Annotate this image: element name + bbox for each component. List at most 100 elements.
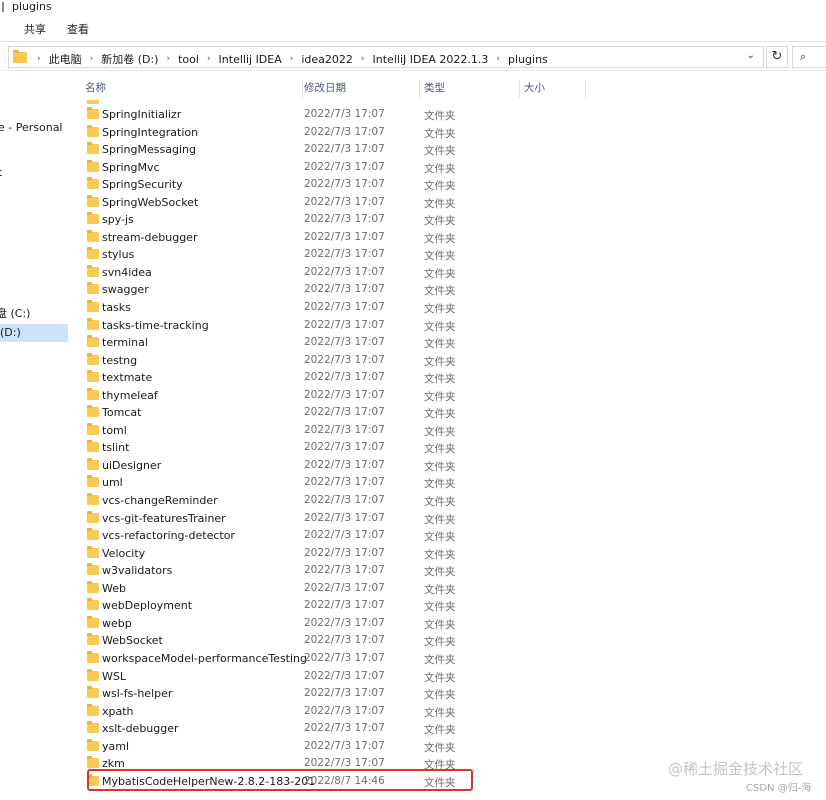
file-date: 2022/7/3 17:07: [304, 265, 385, 278]
table-row[interactable]: vcs-changeReminder 2022/7/3 17:07 文件夹: [68, 492, 568, 510]
file-date: 2022/7/3 17:07: [304, 529, 385, 542]
address-bar[interactable]: › 此电脑 › 新加卷 (D:) › tool › Intellij IDEA …: [8, 46, 764, 68]
chevron-right-icon[interactable]: ›: [160, 54, 176, 64]
table-row[interactable]: SpringMessaging 2022/7/3 17:07 文件夹: [68, 141, 568, 159]
breadcrumb-intellij-idea[interactable]: Intellij IDEA: [217, 53, 284, 66]
file-type: 文件夹: [424, 232, 456, 245]
column-header-name[interactable]: 名称: [85, 80, 303, 98]
folder-icon: [87, 370, 99, 383]
breadcrumb-tool[interactable]: tool: [176, 53, 201, 66]
file-name: MybatisCodeHelperNew-2.8.2-183-201: [102, 774, 316, 788]
file-type: 文件夹: [424, 548, 456, 561]
folder-icon: [87, 563, 99, 576]
file-name: SpringIntegration: [102, 125, 199, 139]
file-date: 2022/7/3 17:07: [304, 283, 385, 296]
table-row[interactable]: stylus 2022/7/3 17:07 文件夹: [68, 246, 568, 264]
file-name: testng: [102, 353, 138, 367]
chevron-right-icon[interactable]: ›: [490, 54, 506, 64]
table-row[interactable]: WebSocket 2022/7/3 17:07 文件夹: [68, 632, 568, 650]
table-row[interactable]: SpringSecurity 2022/7/3 17:07 文件夹: [68, 176, 568, 194]
table-row[interactable]: svn4idea 2022/7/3 17:07 文件夹: [68, 264, 568, 282]
file-date: 2022/7/3 17:07: [304, 704, 385, 717]
tab-view[interactable]: 查看: [67, 21, 89, 37]
table-row[interactable]: Tomcat 2022/7/3 17:07 文件夹: [68, 404, 568, 422]
file-name: w3validators: [102, 564, 173, 578]
table-row[interactable]: vcs-git-featuresTrainer 2022/7/3 17:07 文件夹: [68, 510, 568, 528]
nav-item-drive-c[interactable]: 盘 (C:): [0, 305, 64, 323]
table-row[interactable]: tasks 2022/7/3 17:07 文件夹: [68, 299, 568, 317]
table-row[interactable]: Web 2022/7/3 17:07 文件夹: [68, 580, 568, 598]
file-type: 文件夹: [424, 215, 456, 228]
file-type: 文件夹: [424, 355, 456, 368]
chevron-right-icon[interactable]: ›: [284, 54, 300, 64]
table-row[interactable]: w3validators 2022/7/3 17:07 文件夹: [68, 562, 568, 580]
breadcrumb-idea2022[interactable]: idea2022: [299, 53, 355, 66]
breadcrumb-plugins[interactable]: plugins: [506, 53, 550, 66]
file-date: 2022/7/3 17:07: [304, 353, 385, 366]
table-row[interactable]: tasks-time-tracking 2022/7/3 17:07 文件夹: [68, 317, 568, 335]
nav-item-drive-d[interactable]: (D:): [0, 324, 68, 342]
file-name: SpringMessaging: [102, 143, 196, 157]
column-header-date[interactable]: 修改日期: [304, 80, 420, 98]
file-date: 2022/7/3 17:07: [304, 494, 385, 507]
table-row[interactable]: terminal 2022/7/3 17:07 文件夹: [68, 334, 568, 352]
refresh-button[interactable]: ↻: [766, 46, 788, 68]
table-row[interactable]: toml 2022/7/3 17:07 文件夹: [68, 422, 568, 440]
table-row[interactable]: vcs-refactoring-detector 2022/7/3 17:07 文件…: [68, 527, 568, 545]
breadcrumb-drive-d[interactable]: 新加卷 (D:): [99, 51, 160, 67]
file-name: spy-js: [102, 213, 134, 227]
file-type: 文件夹: [424, 618, 456, 631]
table-row[interactable]: SpringIntegration 2022/7/3 17:07 文件夹: [68, 124, 568, 142]
table-row[interactable]: webDeployment 2022/7/3 17:07 文件夹: [68, 597, 568, 615]
file-name: tasks-time-tracking: [102, 318, 209, 332]
column-header-type[interactable]: 类型: [424, 80, 520, 98]
table-row[interactable]: tslint 2022/7/3 17:07 文件夹: [68, 439, 568, 457]
chevron-right-icon[interactable]: ›: [201, 54, 217, 64]
file-name: tasks: [102, 301, 131, 315]
folder-icon: [87, 229, 99, 242]
ribbon: 共享 查看: [0, 14, 826, 42]
table-row[interactable]: testng 2022/7/3 17:07 文件夹: [68, 352, 568, 370]
table-row[interactable]: SpringMvc 2022/7/3 17:07 文件夹: [68, 159, 568, 177]
table-row[interactable]: WSL 2022/7/3 17:07 文件夹: [68, 668, 568, 686]
table-row[interactable]: swagger 2022/7/3 17:07 文件夹: [68, 281, 568, 299]
chevron-right-icon[interactable]: ›: [84, 54, 100, 64]
table-row[interactable]: SpringWebSocket 2022/7/3 17:07 文件夹: [68, 194, 568, 212]
address-bar-row: › 此电脑 › 新加卷 (D:) › tool › Intellij IDEA …: [0, 43, 826, 71]
table-row[interactable]: uiDesigner 2022/7/3 17:07 文件夹: [68, 457, 568, 475]
table-row[interactable]: Velocity 2022/7/3 17:07 文件夹: [68, 545, 568, 563]
file-type: 文件夹: [424, 583, 456, 596]
chevron-down-icon[interactable]: ⌄: [747, 50, 755, 61]
file-name: svn4idea: [102, 265, 152, 279]
file-date: 2022/7/3 17:07: [304, 318, 385, 331]
search-input[interactable]: ⌕: [792, 46, 826, 68]
table-row[interactable]: uml 2022/7/3 17:07 文件夹: [68, 474, 568, 492]
file-date: 2022/7/3 17:07: [304, 441, 385, 454]
table-row[interactable]: thymeleaf 2022/7/3 17:07 文件夹: [68, 387, 568, 405]
file-name: yaml: [102, 739, 130, 753]
table-row[interactable]: stream-debugger 2022/7/3 17:07 文件夹: [68, 229, 568, 247]
table-row[interactable]: SpringInitializr 2022/7/3 17:07 文件夹: [68, 106, 568, 124]
breadcrumb-idea-version[interactable]: IntelliJ IDEA 2022.1.3: [371, 53, 491, 66]
table-row[interactable]: zkm 2022/7/3 17:07 文件夹: [68, 755, 568, 773]
table-row[interactable]: webp 2022/7/3 17:07 文件夹: [68, 615, 568, 633]
table-row[interactable]: yaml 2022/7/3 17:07 文件夹: [68, 738, 568, 756]
table-row[interactable]: spy-js 2022/7/3 17:07 文件夹: [68, 211, 568, 229]
breadcrumb: › 此电脑 › 新加卷 (D:) › tool › Intellij IDEA …: [31, 51, 550, 67]
chevron-right-icon[interactable]: ›: [31, 54, 47, 64]
tab-share[interactable]: 共享: [24, 21, 46, 37]
folder-icon: [87, 107, 99, 119]
column-header-size[interactable]: 大小: [524, 80, 586, 98]
navigation-pane: e - Personal t 盘 (C:) (D:): [0, 72, 68, 800]
table-row[interactable]: workspaceModel-performanceTesting 2022/7/…: [68, 650, 568, 668]
table-row[interactable]: xpath 2022/7/3 17:07 文件夹: [68, 703, 568, 721]
file-type: 文件夹: [424, 197, 456, 210]
table-row[interactable]: textmate 2022/7/3 17:07 文件夹: [68, 369, 568, 387]
table-row[interactable]: wsl-fs-helper 2022/7/3 17:07 文件夹: [68, 685, 568, 703]
table-row[interactable]: xslt-debugger 2022/7/3 17:07 文件夹: [68, 720, 568, 738]
chevron-right-icon[interactable]: ›: [355, 54, 371, 64]
table-row[interactable]: MybatisCodeHelperNew-2.8.2-183-201 2022/8…: [68, 773, 568, 791]
nav-item-partial[interactable]: t: [0, 164, 66, 182]
nav-item-onedrive-personal[interactable]: e - Personal: [0, 119, 66, 137]
breadcrumb-this-pc[interactable]: 此电脑: [47, 51, 84, 67]
